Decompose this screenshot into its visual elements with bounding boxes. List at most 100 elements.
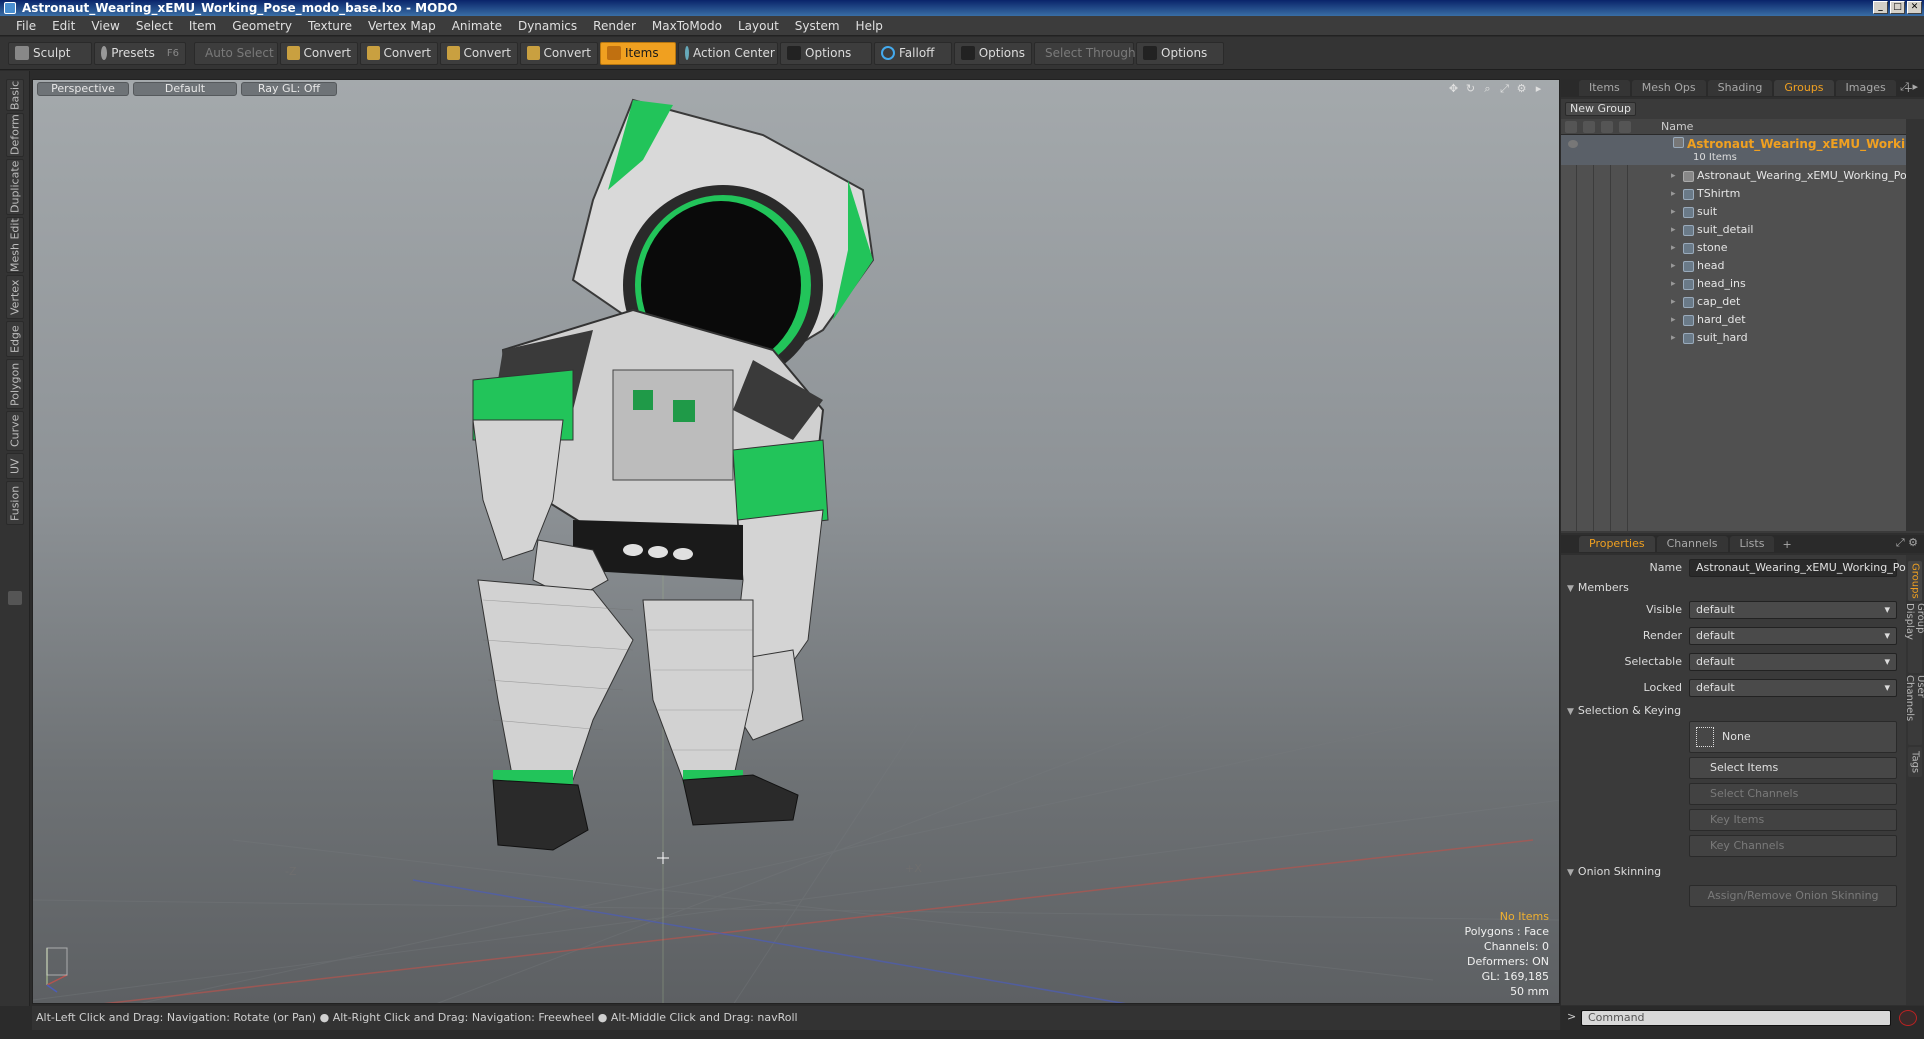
visible-dropdown[interactable]: default [1689,601,1897,619]
menu-texture[interactable]: Texture [300,16,360,36]
side-tab-tags[interactable]: Tags [1908,747,1922,777]
select-through-options-button[interactable]: Options [1136,41,1224,65]
menu-layout[interactable]: Layout [730,16,787,36]
tab-groups[interactable]: Groups [1774,80,1834,96]
gl-info: GL: 169,185 [1481,970,1549,983]
group-row[interactable]: Astronaut_Wearing_xEMU_Working... 10 Ite… [1561,135,1906,165]
maximize-button[interactable]: □ [1890,1,1905,14]
expand-icon[interactable]: ⤢ ▸ [1900,80,1918,94]
menu-maxtomodo[interactable]: MaxToModo [644,16,730,36]
command-history-icon[interactable] [1899,1010,1917,1026]
action-center-options-button[interactable]: Options [780,41,872,65]
menu-file[interactable]: File [8,16,44,36]
render-column-icon[interactable] [1583,121,1595,133]
tree-item-root[interactable]: ▸ Astronaut_Wearing_xEMU_Working_Pose [1561,167,1906,185]
name-column-header[interactable]: Name [1661,120,1693,133]
tab-lists[interactable]: Lists [1729,536,1775,552]
menu-vertex-map[interactable]: Vertex Map [360,16,444,36]
side-tab-group-display[interactable]: Group Display [1904,603,1924,673]
menu-edit[interactable]: Edit [44,16,83,36]
main-toolbar: Sculpt Presets F6 Auto Select Convert Co… [0,37,1924,70]
tab-mesh-edit[interactable]: Mesh Edit [6,217,24,273]
tree-item-head[interactable]: ▸ head [1561,257,1906,275]
auto-select-button[interactable]: Auto Select [194,41,278,65]
convert-edge-button[interactable]: Convert [360,41,438,65]
tab-items[interactable]: Items [1579,80,1630,96]
convert-item-button[interactable]: Convert [520,41,598,65]
select-column-icon[interactable] [1619,121,1631,133]
items-mode-button[interactable]: Items [600,41,676,65]
tab-duplicate[interactable]: Duplicate [6,159,24,215]
lock-column-icon[interactable] [1601,121,1613,133]
tree-item-suit-detail[interactable]: ▸ suit_detail [1561,221,1906,239]
tree-item-stone[interactable]: ▸ stone [1561,239,1906,257]
tree-item-head-ins[interactable]: ▸ head_ins [1561,275,1906,293]
tab-properties[interactable]: Properties [1579,536,1655,552]
scene-render [33,98,1559,1003]
select-items-button[interactable]: Select Items [1689,757,1897,779]
tree-item-hard-det[interactable]: ▸ hard_det [1561,311,1906,329]
select-channels-button[interactable]: Select Channels [1689,783,1897,805]
tab-polygon[interactable]: Polygon [6,359,24,409]
select-through-button[interactable]: Select Through [1034,41,1136,65]
menu-render[interactable]: Render [585,16,644,36]
falloff-options-button[interactable]: Options [954,41,1032,65]
add-tab-icon[interactable]: + [1776,538,1797,551]
tree-item-suit[interactable]: ▸ suit [1561,203,1906,221]
name-field[interactable]: Astronaut_Wearing_xEMU_Working_Pos [1689,559,1911,577]
menu-animate[interactable]: Animate [444,16,510,36]
action-center-button[interactable]: Action Center [678,41,778,65]
tab-edge[interactable]: Edge [6,321,24,357]
command-input[interactable]: Command [1581,1010,1891,1026]
menu-select[interactable]: Select [128,16,181,36]
minimize-button[interactable]: _ [1873,1,1888,14]
selection-keying-section[interactable]: ▼ Selection & Keying [1567,704,1681,717]
tree-item-suit-hard[interactable]: ▸ suit_hard [1561,329,1906,347]
render-dropdown[interactable]: default [1689,627,1897,645]
menu-item[interactable]: Item [181,16,224,36]
menu-help[interactable]: Help [848,16,891,36]
menu-view[interactable]: View [83,16,127,36]
tab-channels[interactable]: Channels [1656,536,1728,552]
onion-skinning-section[interactable]: ▼ Onion Skinning [1567,865,1661,878]
side-tab-user-channels[interactable]: User Channels [1904,675,1924,745]
convert-vertex-button[interactable]: Convert [280,41,358,65]
key-channels-button[interactable]: Key Channels [1689,835,1897,857]
selectable-dropdown[interactable]: default [1689,653,1897,671]
groups-scrollbar[interactable] [1906,119,1924,531]
visibility-column-icon[interactable] [1565,121,1577,133]
sculpt-button[interactable]: Sculpt [8,41,92,65]
tab-deform[interactable]: Deform [6,113,24,157]
tab-images[interactable]: Images [1835,80,1896,96]
mesh-icon [1683,207,1694,218]
bottom-panel-tabs: Properties Channels Lists + ⤢ ⚙ [1561,535,1924,553]
members-section[interactable]: ▼ Members [1567,581,1629,594]
convert-polygon-button[interactable]: Convert [440,41,518,65]
menu-dynamics[interactable]: Dynamics [510,16,585,36]
presets-button[interactable]: Presets F6 [94,41,186,65]
tree-item-tshirtm[interactable]: ▸ TShirtm [1561,185,1906,203]
eye-icon[interactable] [1568,140,1578,148]
locked-dropdown[interactable]: default [1689,679,1897,697]
side-tab-groups[interactable]: Groups [1908,561,1922,601]
expand-icon[interactable]: ⤢ ⚙ [1896,536,1918,550]
new-group-button[interactable]: New Group [1565,102,1636,116]
3d-viewport[interactable]: Perspective Default Ray GL: Off ✥ ↻ ⌕ ⤢ … [32,79,1560,1004]
tab-uv[interactable]: UV [6,453,24,479]
tab-curve[interactable]: Curve [6,411,24,451]
close-button[interactable]: ✕ [1907,1,1922,14]
astronaut-model[interactable] [472,98,875,851]
panel-toggle-icon[interactable] [8,591,22,605]
tab-vertex[interactable]: Vertex [6,275,24,319]
none-button[interactable]: None [1689,721,1897,753]
assign-onion-skinning-button[interactable]: Assign/Remove Onion Skinning [1689,885,1897,907]
key-items-button[interactable]: Key Items [1689,809,1897,831]
tab-shading[interactable]: Shading [1707,80,1773,96]
falloff-button[interactable]: Falloff [874,41,952,65]
tab-mesh-ops[interactable]: Mesh Ops [1631,80,1706,96]
menu-geometry[interactable]: Geometry [224,16,300,36]
tab-fusion[interactable]: Fusion [6,481,24,525]
tree-item-cap-det[interactable]: ▸ cap_det [1561,293,1906,311]
menu-system[interactable]: System [787,16,848,36]
tab-basic[interactable]: Basic [6,79,24,111]
